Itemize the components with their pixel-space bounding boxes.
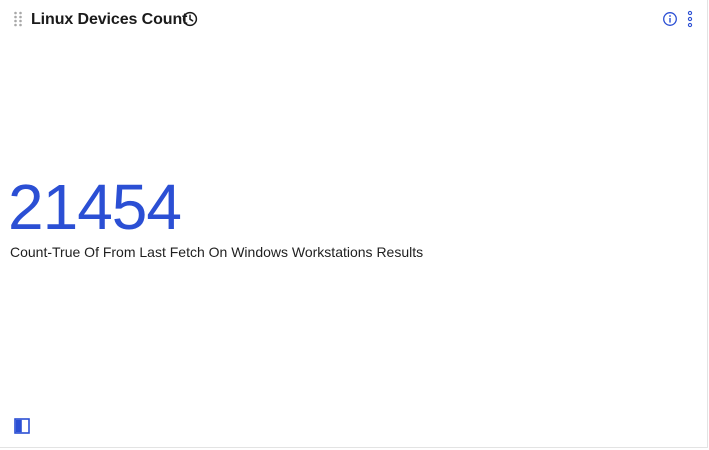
widget-header: Linux Devices Count	[0, 0, 707, 38]
more-vertical-icon[interactable]	[685, 10, 695, 28]
metric-caption: Count-True Of From Last Fetch On Windows…	[10, 244, 424, 260]
clock-icon[interactable]	[182, 11, 198, 27]
metric-value: 21454	[8, 171, 182, 243]
drag-handle-icon[interactable]	[13, 11, 23, 27]
widget-title: Linux Devices Count	[31, 11, 188, 28]
panel-toggle-icon[interactable]	[14, 418, 32, 435]
info-icon[interactable]	[662, 11, 678, 27]
widget-card: Linux Devices Count 21454 Count-True Of …	[0, 0, 708, 448]
